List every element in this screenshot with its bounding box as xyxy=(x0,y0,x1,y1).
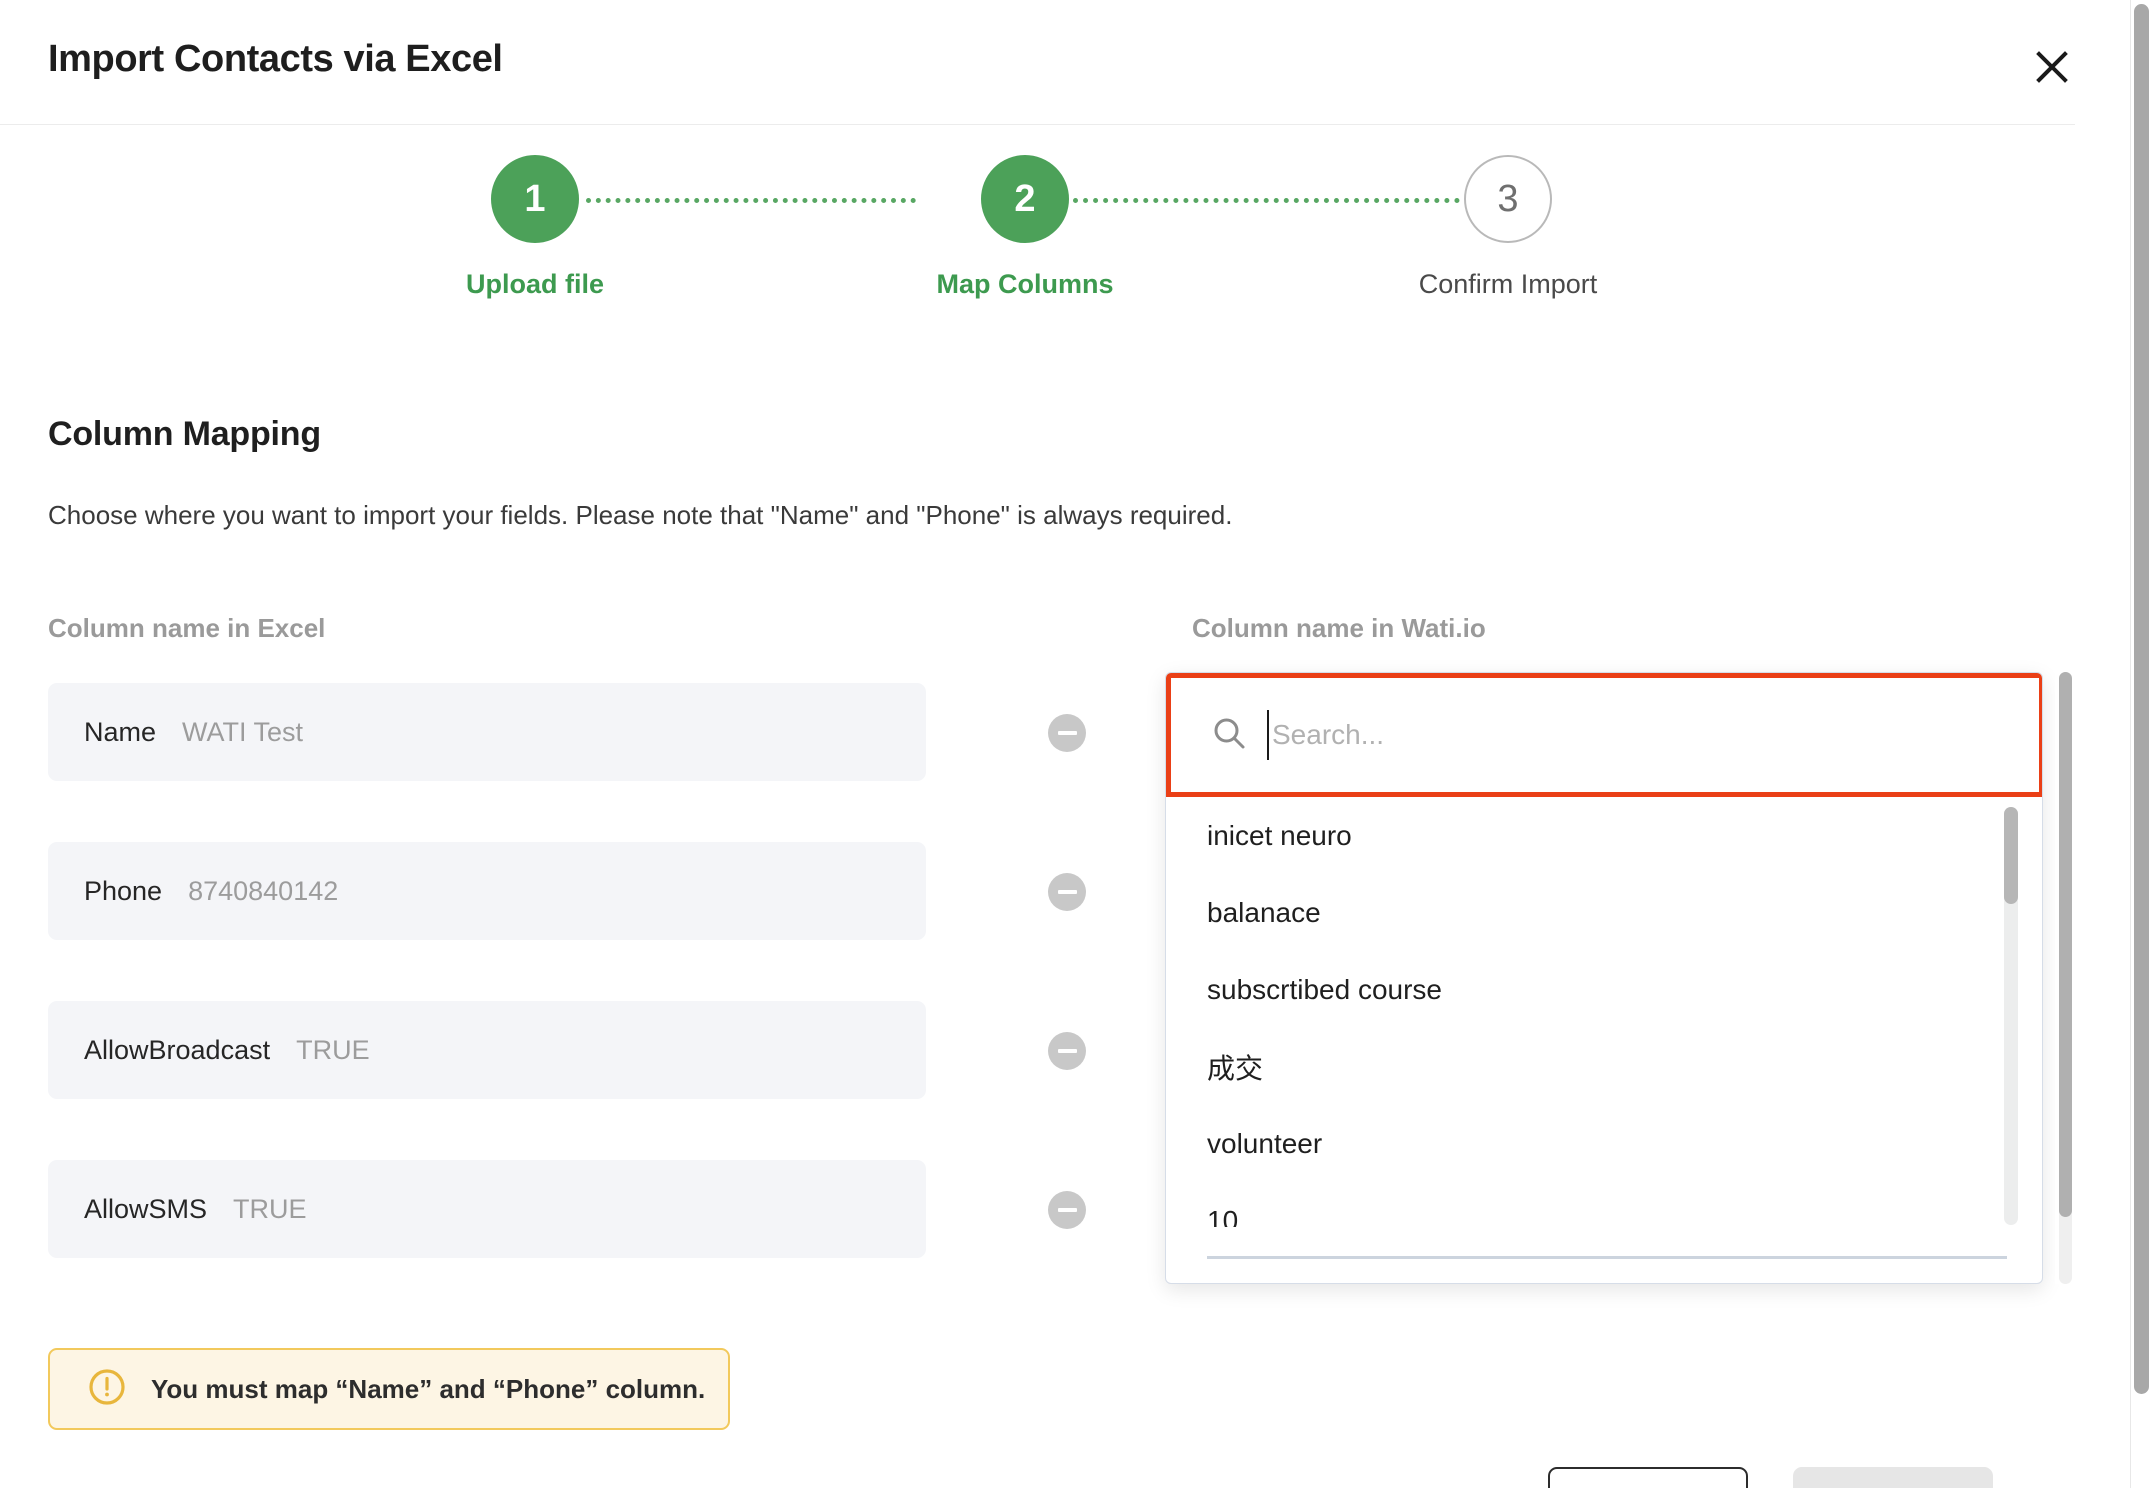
mapping-row: Name WATI Test xyxy=(48,683,1086,781)
step-label: Confirm Import xyxy=(1418,269,1598,299)
excel-column-name: AllowSMS xyxy=(84,1193,208,1224)
minus-circle-icon xyxy=(1057,1208,1077,1212)
dropdown-option[interactable]: subscrtibed course xyxy=(1166,951,2042,1028)
stepper-step-map-columns[interactable]: 2 Map Columns xyxy=(915,155,1135,300)
excel-column-name: Name xyxy=(84,716,157,747)
dropdown-option[interactable]: 10 xyxy=(1166,1182,2042,1228)
excel-column-field[interactable]: AllowSMS TRUE xyxy=(48,1160,926,1258)
dropdown-option[interactable]: 成交 xyxy=(1166,1028,2042,1105)
stepper-step-confirm-import[interactable]: 3 Confirm Import xyxy=(1398,155,1618,300)
step-label: Map Columns xyxy=(936,269,1114,299)
dropdown-search-row[interactable] xyxy=(1166,673,2042,797)
modal-header: Import Contacts via Excel xyxy=(0,0,2075,125)
remove-mapping-button[interactable] xyxy=(1048,1191,1086,1229)
excel-column-field[interactable]: AllowBroadcast TRUE xyxy=(48,1001,926,1099)
import-contacts-modal: Import Contacts via Excel 1 Upload file … xyxy=(0,0,2075,1488)
dropdown-option[interactable]: volunteer xyxy=(1166,1105,2042,1182)
back-button[interactable]: Back xyxy=(1548,1467,1748,1488)
validation-warning-text: You must map “Name” and “Phone” column. xyxy=(151,1373,706,1404)
column-header-excel: Column name in Excel xyxy=(48,613,326,643)
mapping-row: AllowSMS TRUE xyxy=(48,1160,1086,1258)
stepper-step-upload-file[interactable]: 1 Upload file xyxy=(425,155,645,300)
page-scrollbar[interactable] xyxy=(2130,0,2152,1488)
mapping-row: Phone 8740840142 xyxy=(48,842,1086,940)
section-title: Column Mapping xyxy=(48,415,321,453)
screen: Import Contacts via Excel 1 Upload file … xyxy=(0,0,2152,1488)
minus-circle-icon xyxy=(1057,890,1077,894)
exclamation-circle-icon xyxy=(88,1368,126,1411)
mapping-row: AllowBroadcast TRUE xyxy=(48,1001,1086,1099)
dropdown-option[interactable]: balanace xyxy=(1166,874,2042,951)
excel-column-sample-value: TRUE xyxy=(233,1193,307,1224)
remove-mapping-button[interactable] xyxy=(1048,1032,1086,1070)
import-stepper: 1 Upload file 2 Map Columns 3 Confirm Im… xyxy=(0,155,2075,335)
search-input[interactable] xyxy=(1267,710,2039,760)
excel-column-sample-value: TRUE xyxy=(296,1034,370,1065)
excel-column-field[interactable]: Phone 8740840142 xyxy=(48,842,926,940)
dropdown-option[interactable]: inicet neuro xyxy=(1166,797,2042,874)
column-header-wati: Column name in Wati.io xyxy=(1192,613,1486,643)
step-number-badge: 1 xyxy=(491,155,579,243)
mapping-rows: Name WATI Test Phone 8740840142 AllowBro… xyxy=(48,683,1086,1319)
next-button[interactable]: Next xyxy=(1793,1467,1993,1488)
validation-warning-banner: You must map “Name” and “Phone” column. xyxy=(48,1348,730,1430)
dropdown-list-scrollbar-thumb[interactable] xyxy=(2004,807,2018,904)
remove-mapping-button[interactable] xyxy=(1048,714,1086,752)
excel-column-name: AllowBroadcast xyxy=(84,1034,271,1065)
minus-circle-icon xyxy=(1057,1049,1077,1053)
dropdown-list-scrollbar[interactable] xyxy=(2004,807,2018,1225)
close-button[interactable] xyxy=(2020,38,2084,96)
page-title: Import Contacts via Excel xyxy=(48,38,503,80)
excel-column-sample-value: WATI Test xyxy=(182,716,304,747)
dropdown-divider xyxy=(1207,1256,2007,1259)
page-scrollbar-thumb[interactable] xyxy=(2134,4,2149,1394)
modal-scrollbar[interactable] xyxy=(2055,672,2075,1284)
modal-scrollbar-thumb[interactable] xyxy=(2059,672,2072,1217)
close-icon xyxy=(2035,50,2069,84)
search-icon xyxy=(1212,716,1246,755)
minus-circle-icon xyxy=(1057,731,1077,735)
wati-column-dropdown: inicet neuro balanace subscrtibed course… xyxy=(1165,672,2043,1284)
excel-column-field[interactable]: Name WATI Test xyxy=(48,683,926,781)
step-label: Upload file xyxy=(465,269,604,299)
excel-column-sample-value: 8740840142 xyxy=(188,875,339,906)
remove-mapping-button[interactable] xyxy=(1048,873,1086,911)
section-subtitle: Choose where you want to import your fie… xyxy=(48,500,1233,530)
excel-column-name: Phone xyxy=(84,875,163,906)
dropdown-option-list[interactable]: inicet neuro balanace subscrtibed course… xyxy=(1166,797,2042,1228)
step-number-badge: 2 xyxy=(981,155,1069,243)
step-number-badge: 3 xyxy=(1464,155,1552,243)
